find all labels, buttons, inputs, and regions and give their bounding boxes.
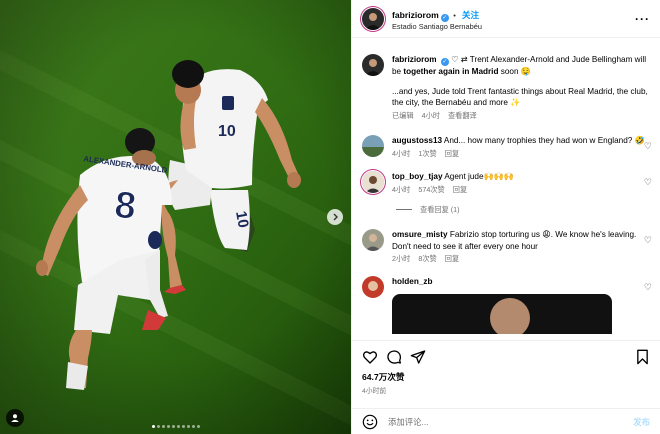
carousel-dot xyxy=(171,425,175,428)
tagged-users-button[interactable] xyxy=(6,409,24,427)
post-comment-button[interactable]: 发布 xyxy=(633,416,650,428)
comment-icon[interactable] xyxy=(386,349,402,365)
caption-text-bold: together again in Madrid xyxy=(403,67,499,76)
comment: top_boy_tjay Agent jude🙌🙌🙌 4小时 574次赞 回复 ♡ xyxy=(352,171,660,195)
commenter-avatar[interactable] xyxy=(362,228,384,251)
user-icon xyxy=(11,414,19,422)
carousel-dot xyxy=(176,425,180,428)
like-heart-icon[interactable] xyxy=(362,349,378,365)
emoji-icon[interactable] xyxy=(362,414,378,430)
comment-likes[interactable]: 1次赞 xyxy=(418,149,436,158)
comment-username[interactable]: omsure_misty xyxy=(392,230,448,239)
carousel-dot xyxy=(191,425,195,428)
football-players-image: 10 10 ALEXANDER-ARNOLD 8 xyxy=(0,0,351,434)
comment-text: And... how many trophies they had won w … xyxy=(443,136,645,146)
comment: holden_zb ♡ xyxy=(352,276,660,334)
carousel-dot xyxy=(196,425,200,428)
caption-translate-link[interactable]: 查看翻译 xyxy=(448,111,477,120)
commenter-avatar[interactable] xyxy=(362,135,384,158)
comment-time: 4小时 xyxy=(392,184,411,194)
bookmark-icon[interactable] xyxy=(635,349,650,365)
comment-like-heart-icon[interactable]: ♡ xyxy=(644,235,652,246)
caption-text-1b: soon 🤤 xyxy=(498,67,531,76)
follow-button[interactable]: 关注 xyxy=(462,10,479,20)
post-side-panel: fabriziorom ✓ • 关注 Estadio Santiago Berna… xyxy=(351,0,660,434)
caption-time: 4小时 xyxy=(421,110,440,120)
reply-button[interactable]: 回复 xyxy=(445,254,459,263)
post-actions: 64.7万次赞 4小时前 xyxy=(352,340,660,395)
view-replies-link[interactable]: 查看回复 (1) xyxy=(352,205,660,215)
comment-likes[interactable]: 8次赞 xyxy=(418,254,436,263)
reply-button[interactable]: 回复 xyxy=(445,149,459,158)
view-replies-label: 查看回复 (1) xyxy=(420,204,460,214)
post-header: fabriziorom ✓ • 关注 Estadio Santiago Berna… xyxy=(352,0,660,38)
post-photo[interactable]: 10 10 ALEXANDER-ARNOLD 8 xyxy=(0,0,351,434)
comment-username[interactable]: top_boy_tjay xyxy=(392,172,443,181)
comment-text: Agent jude🙌🙌🙌 xyxy=(444,172,515,181)
comment-likes[interactable]: 574次赞 xyxy=(418,185,444,194)
comment-username[interactable]: augustoss13 xyxy=(392,136,442,145)
carousel-dot xyxy=(181,425,185,428)
carousel-dot xyxy=(166,425,170,428)
jersey-right-number: 10 xyxy=(218,123,236,140)
chevron-right-icon xyxy=(333,213,338,221)
comment-time: 2小时 xyxy=(392,254,411,264)
comment: omsure_misty Fabrizio stop torturing us … xyxy=(352,228,660,265)
comment-like-heart-icon[interactable]: ♡ xyxy=(644,141,652,152)
carousel-dot xyxy=(186,425,190,428)
comment-image[interactable] xyxy=(392,294,612,334)
carousel-dot xyxy=(156,425,160,428)
carousel-dot xyxy=(161,425,165,428)
comment: augustoss13 And... how many trophies the… xyxy=(352,135,660,159)
verified-badge-icon: ✓ xyxy=(440,58,449,66)
caption-emoji: ♡ ⇄ xyxy=(451,55,468,64)
carousel-next-button[interactable] xyxy=(327,209,343,225)
comment-like-heart-icon[interactable]: ♡ xyxy=(644,282,652,293)
more-options-icon[interactable]: ··· xyxy=(635,12,650,26)
post-location[interactable]: Estadio Santiago Bernabéu xyxy=(392,23,635,32)
author-avatar[interactable] xyxy=(362,7,384,30)
jersey-left-number: 8 xyxy=(113,184,138,228)
comment-like-heart-icon[interactable]: ♡ xyxy=(644,177,652,188)
comment-username[interactable]: holden_zb xyxy=(392,277,432,286)
comment-input[interactable]: 添加评论... xyxy=(388,416,633,428)
commenter-avatar[interactable] xyxy=(362,171,384,193)
caption-text-2: ...and yes, Jude told Trent fantastic th… xyxy=(392,86,648,108)
caption-edited: 已编辑 xyxy=(392,110,414,120)
carousel-indicator xyxy=(151,425,200,428)
carousel-dot xyxy=(151,425,155,428)
post-dialog: 10 10 ALEXANDER-ARNOLD 8 fabriziorom ✓ •… xyxy=(0,0,660,434)
author-username[interactable]: fabriziorom xyxy=(392,10,439,20)
reply-button[interactable]: 回复 xyxy=(453,185,467,194)
shorts-right-number: 10 xyxy=(232,210,252,229)
likes-count[interactable]: 64.7万次赞 xyxy=(362,371,650,383)
comments-feed[interactable]: fabriziorom ✓ ♡ ⇄ Trent Alexander-Arnold… xyxy=(352,38,660,340)
share-icon[interactable] xyxy=(410,349,426,365)
comment-time: 4小时 xyxy=(392,148,411,158)
commenter-avatar[interactable] xyxy=(362,276,384,299)
caption: fabriziorom ✓ ♡ ⇄ Trent Alexander-Arnold… xyxy=(352,38,660,121)
verified-badge-icon: ✓ xyxy=(440,14,449,23)
post-time: 4小时前 xyxy=(362,388,387,395)
comment-composer: 添加评论... 发布 xyxy=(352,408,660,434)
caption-avatar[interactable] xyxy=(362,54,384,76)
caption-username[interactable]: fabriziorom xyxy=(392,55,437,64)
